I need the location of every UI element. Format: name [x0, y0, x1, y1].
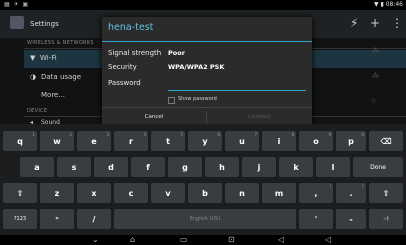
key-v[interactable]: v — [151, 183, 185, 203]
key-g[interactable]: g — [168, 157, 202, 177]
key-apostrophe[interactable]: ' — [299, 209, 333, 229]
shift-key-left[interactable]: ⇧ — [3, 183, 37, 203]
key-n[interactable]: n — [225, 183, 259, 203]
key-p[interactable]: p0 — [336, 131, 366, 151]
overflow-menu-icon[interactable]: ⋮ — [391, 16, 403, 30]
page-title: Settings — [30, 20, 59, 28]
key-j[interactable]: j — [242, 157, 276, 177]
space-key[interactable]: English (US) — [114, 209, 296, 229]
wifi-connect-dialog: hena-test Signal strength Poor Security … — [102, 17, 312, 124]
dialog-divider — [102, 41, 312, 42]
key-a[interactable]: a — [20, 157, 54, 177]
wifi-signal-icon: ⁂ — [372, 47, 379, 55]
volume-up-icon[interactable]: ◁ — [325, 235, 331, 245]
smiley-key[interactable]: :-) — [369, 209, 403, 229]
screenshot-icon[interactable]: ⊡ — [228, 235, 235, 245]
dialog-button-bar: Cancel Connect — [102, 107, 312, 125]
password-input[interactable] — [168, 79, 306, 89]
cancel-button[interactable]: Cancel — [102, 108, 206, 125]
key-w[interactable]: w2 — [40, 131, 74, 151]
status-bar: ▦ ✈ ▣ ▼ ▮ 08:46 — [0, 0, 406, 10]
key-x[interactable]: x — [77, 183, 111, 203]
section-header-device: DEVICE — [27, 108, 48, 114]
notification-icons: ▦ ✈ ▣ — [4, 1, 30, 8]
add-icon[interactable]: + — [370, 16, 380, 30]
done-key[interactable]: Done — [353, 157, 403, 177]
symbols-key[interactable]: ?123 — [3, 209, 37, 229]
key-comma[interactable]: ,! — [299, 183, 333, 203]
signal-strength-label: Signal strength — [108, 49, 162, 57]
list-item-label: Wi-Fi — [40, 54, 57, 62]
signal-strength-value: Poor — [168, 49, 185, 57]
key-r[interactable]: r4 — [114, 131, 148, 151]
key-c[interactable]: c — [114, 183, 148, 203]
show-password-label: Show password — [178, 96, 217, 102]
key-e[interactable]: e3 — [77, 131, 111, 151]
key-b[interactable]: b — [188, 183, 222, 203]
home-icon[interactable]: ⌂ — [130, 235, 135, 245]
key-slash[interactable]: / — [77, 209, 111, 229]
section-header-wireless: WIRELESS & NETWORKS — [27, 40, 94, 46]
hide-keyboard-icon[interactable]: ⌄ — [92, 235, 99, 245]
shift-key-right[interactable]: ⇧ — [369, 183, 403, 203]
key-z[interactable]: z — [40, 183, 74, 203]
password-label: Password — [108, 79, 141, 87]
dialog-title: hena-test — [108, 22, 154, 33]
list-item-data-usage[interactable]: Data usage — [41, 73, 81, 81]
settings-app-icon — [10, 16, 24, 29]
backspace-key[interactable]: ⌫ — [369, 131, 403, 151]
flash-icon[interactable]: ⚡ — [350, 16, 358, 30]
key-period[interactable]: .? — [336, 183, 366, 203]
wifi-icon: ▼ — [30, 54, 36, 62]
navigation-bar: ⌄ ⌂ ▭ ⊡ ◁ ◁ — [0, 235, 406, 245]
key-f[interactable]: f — [131, 157, 165, 177]
list-item-more[interactable]: More... — [41, 91, 65, 99]
connect-button[interactable]: Connect — [207, 108, 312, 125]
wifi-signal-icon: ▿ — [372, 97, 376, 105]
key-o[interactable]: o9 — [299, 131, 333, 151]
password-underline — [168, 90, 306, 91]
show-password-checkbox[interactable] — [168, 97, 175, 104]
key-l[interactable]: l — [316, 157, 350, 177]
security-label: Security — [108, 63, 137, 71]
volume-down-icon[interactable]: ◁ — [278, 235, 284, 245]
recent-apps-icon[interactable]: ▭ — [180, 235, 188, 245]
key-h[interactable]: h — [205, 157, 239, 177]
status-right: ▼ ▮ 08:46 — [373, 1, 403, 8]
key-y[interactable]: y6 — [188, 131, 222, 151]
key-d[interactable]: d — [94, 157, 128, 177]
keyboard-settings-key[interactable]: ⌗ — [40, 209, 74, 229]
key-k[interactable]: k — [279, 157, 313, 177]
key-u[interactable]: u7 — [225, 131, 259, 151]
key-q[interactable]: q1 — [3, 131, 37, 151]
data-usage-icon: ◑ — [30, 73, 37, 81]
key-i[interactable]: i8 — [262, 131, 296, 151]
key-t[interactable]: t5 — [151, 131, 185, 151]
key-dash[interactable]: - — [336, 209, 366, 229]
wifi-signal-icon: ⁂ — [372, 72, 379, 80]
key-s[interactable]: s — [57, 157, 91, 177]
key-m[interactable]: m — [262, 183, 296, 203]
security-value: WPA/WPA2 PSK — [168, 63, 225, 71]
